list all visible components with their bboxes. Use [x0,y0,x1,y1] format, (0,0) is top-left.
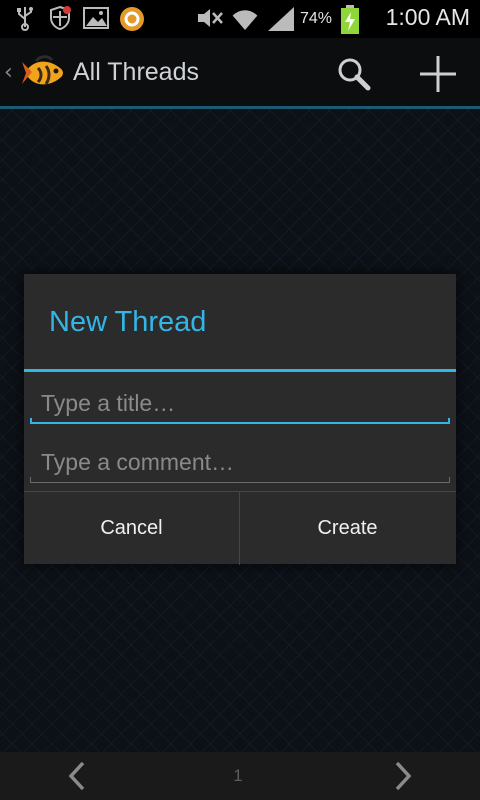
battery-charging-icon [341,5,359,34]
new-thread-dialog: New Thread Cancel Create [24,274,456,565]
app-ring-icon [120,7,144,31]
cancel-button[interactable]: Cancel [24,492,239,565]
search-icon[interactable] [336,56,372,92]
signal-icon [268,7,294,31]
page-title: All Threads [73,58,199,86]
next-page-icon[interactable] [392,760,414,792]
dialog-title: New Thread [49,306,207,338]
battery-percent: 74% [300,10,333,27]
mute-icon [198,9,223,27]
back-chevron-icon[interactable]: ‹ [4,60,13,85]
wifi-icon [232,10,258,30]
comment-input[interactable] [30,439,450,485]
title-input[interactable] [30,380,450,426]
shield-icon [50,5,71,31]
image-icon [83,7,109,29]
add-icon[interactable] [418,54,458,94]
usb-icon [17,7,33,31]
create-button[interactable]: Create [240,492,455,565]
comment-input-underline [30,477,450,483]
dialog-button-bar: Cancel Create [24,491,456,565]
action-bar: ‹ All Threads [0,38,480,106]
fish-logo-icon[interactable] [22,52,66,94]
dialog-title-divider [24,369,456,372]
status-bar: 74% 1:00 AM [0,0,480,38]
status-time: 1:00 AM [385,4,470,30]
pager-bar: 1 [0,752,480,800]
title-input-underline [30,418,450,424]
